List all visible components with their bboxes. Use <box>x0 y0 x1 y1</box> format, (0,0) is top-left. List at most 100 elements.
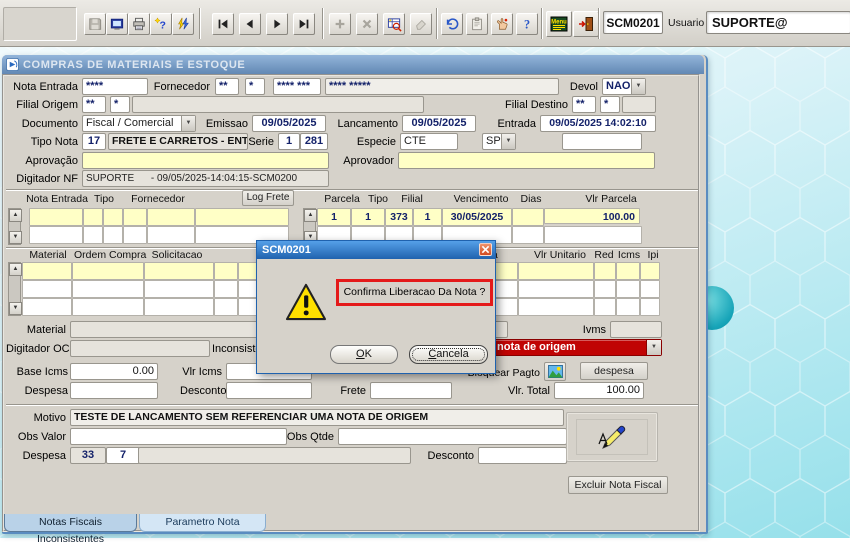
scroll-down-icon[interactable]: ▼ <box>9 231 22 244</box>
grid-cell[interactable] <box>83 208 103 226</box>
scroll-up-icon[interactable]: ▲ <box>9 209 22 222</box>
fornecedor-field-2[interactable]: * <box>245 78 265 95</box>
save-button[interactable] <box>84 13 106 35</box>
numero-field[interactable]: 281 <box>300 133 328 150</box>
documento-combo[interactable]: Fiscal / Comercial▼ <box>82 115 196 132</box>
cancel-button[interactable]: Cancela <box>409 345 488 364</box>
grid-cell-tipo[interactable]: 1 <box>351 208 385 226</box>
lancamento-field[interactable]: 09/05/2025 <box>402 115 476 132</box>
motivo-field[interactable]: TESTE DE LANCAMENTO SEM REFERENCIAR UMA … <box>70 409 564 426</box>
grid-cell[interactable] <box>616 298 640 316</box>
grid-cell[interactable] <box>616 280 640 298</box>
grid-cell[interactable] <box>594 262 616 280</box>
grid-cell[interactable] <box>103 208 123 226</box>
grid-cell[interactable] <box>616 262 640 280</box>
gesture-button[interactable] <box>491 13 513 35</box>
help-button[interactable]: ? <box>516 13 538 35</box>
ok-button[interactable]: OK <box>330 345 398 364</box>
dialog-close-button[interactable] <box>479 243 492 256</box>
grid-cell-filial[interactable]: 373 <box>385 208 413 226</box>
aprovador-field[interactable] <box>398 152 655 169</box>
filial-destino-field-2[interactable]: * <box>600 96 620 113</box>
previous-record-button[interactable] <box>239 13 261 35</box>
grid-cell[interactable] <box>640 280 660 298</box>
grid-cell[interactable] <box>640 262 660 280</box>
desconto-field[interactable] <box>226 382 312 399</box>
grid-cell[interactable] <box>72 298 144 316</box>
grid-cell[interactable] <box>195 208 289 226</box>
screen-button[interactable] <box>106 13 128 35</box>
tab-parametro-nota[interactable]: Parametro Nota <box>139 514 266 532</box>
grid-cell[interactable] <box>518 262 594 280</box>
chevron-down-icon[interactable]: ▼ <box>631 79 645 94</box>
frete-field[interactable] <box>370 382 452 399</box>
notas-grid-scrollbar[interactable]: ▲ ▼ <box>8 208 21 245</box>
sign-button[interactable] <box>566 412 658 462</box>
chevron-down-icon[interactable]: ▼ <box>501 134 515 149</box>
bloquear-pagto-image-button[interactable] <box>544 362 566 381</box>
obs-qtde-field[interactable] <box>338 428 567 445</box>
window-titlebar[interactable]: COMPRAS DE MATERIAIS E ESTOQUE <box>2 55 704 74</box>
grid-cell[interactable] <box>512 226 544 244</box>
nota-entrada-field[interactable]: **** <box>82 78 148 95</box>
wizard-help-button[interactable]: ? <box>150 13 172 35</box>
next-record-button[interactable] <box>266 13 288 35</box>
add-record-button[interactable] <box>329 13 351 35</box>
tipo-nota-code-field[interactable]: 17 <box>82 133 106 150</box>
uf-combo[interactable]: SP▼ <box>482 133 516 150</box>
devol-combo[interactable]: NAO▼ <box>602 78 646 95</box>
print-button[interactable] <box>128 13 150 35</box>
filial-destino-field-1[interactable]: ** <box>572 96 596 113</box>
grid-cell[interactable] <box>594 298 616 316</box>
entrada-field[interactable]: 09/05/2025 14:02:10 <box>540 115 656 132</box>
scroll-up-icon[interactable]: ▲ <box>9 263 22 276</box>
scroll-down-icon[interactable]: ▼ <box>9 302 22 315</box>
log-frete-button[interactable]: Log Frete <box>242 190 294 206</box>
menu-button[interactable]: Menu <box>546 11 572 37</box>
grid-cell[interactable] <box>147 226 195 244</box>
obs-valor-field[interactable] <box>70 428 287 445</box>
exit-button[interactable] <box>573 11 599 37</box>
grid-cell-parcela[interactable]: 1 <box>317 208 351 226</box>
emissao-field[interactable]: 09/05/2025 <box>252 115 326 132</box>
filial-origem-field-1[interactable]: ** <box>82 96 106 113</box>
grid-cell-filial-2[interactable]: 1 <box>413 208 442 226</box>
grid-cell[interactable] <box>518 298 594 316</box>
fornecedor-field-3[interactable]: **** *** <box>273 78 321 95</box>
despesa-field[interactable] <box>70 382 158 399</box>
chevron-down-icon[interactable]: ▼ <box>181 116 195 131</box>
despesa2-field-2[interactable]: 7 <box>106 447 140 464</box>
user-field[interactable]: SUPORTE@ <box>706 11 850 34</box>
grid-cell[interactable] <box>103 226 123 244</box>
grid-cell-dias[interactable] <box>512 208 544 226</box>
especie-field[interactable]: CTE <box>400 133 458 150</box>
despesa-button[interactable]: despesa <box>580 362 648 380</box>
grid-cell[interactable] <box>22 298 72 316</box>
serie-field[interactable]: 1 <box>278 133 300 150</box>
excluir-nota-fiscal-button[interactable]: Excluir Nota Fiscal <box>568 476 668 494</box>
chevron-down-icon[interactable]: ▼ <box>646 340 661 355</box>
grid-cell[interactable] <box>22 262 72 280</box>
grid-cell[interactable] <box>594 280 616 298</box>
process-button[interactable] <box>172 13 194 35</box>
dialog-titlebar[interactable]: SCM0201 <box>257 241 495 259</box>
tab-notas-fiscais-inconsistentes[interactable]: Notas Fiscais Inconsistentes <box>4 514 137 532</box>
grid-cell[interactable] <box>22 280 72 298</box>
grid-cell[interactable] <box>214 280 238 298</box>
grid-cell[interactable] <box>72 262 144 280</box>
query-button[interactable] <box>383 13 405 35</box>
grid-cell[interactable] <box>144 280 214 298</box>
grid-cell[interactable] <box>214 262 238 280</box>
grid-cell[interactable] <box>640 298 660 316</box>
grid-cell[interactable] <box>83 226 103 244</box>
grid-cell[interactable] <box>144 262 214 280</box>
material-grid-scrollbar[interactable]: ▲ ▼ <box>8 262 21 316</box>
last-record-button[interactable] <box>293 13 315 35</box>
clear-button[interactable] <box>410 13 432 35</box>
grid-cell[interactable] <box>518 280 594 298</box>
especie-extra-field[interactable] <box>562 133 642 150</box>
grid-cell[interactable] <box>29 226 83 244</box>
grid-cell[interactable] <box>123 226 147 244</box>
grid-cell-vlr-parcela[interactable]: 100.00 <box>544 208 640 224</box>
paste-button[interactable] <box>466 13 488 35</box>
